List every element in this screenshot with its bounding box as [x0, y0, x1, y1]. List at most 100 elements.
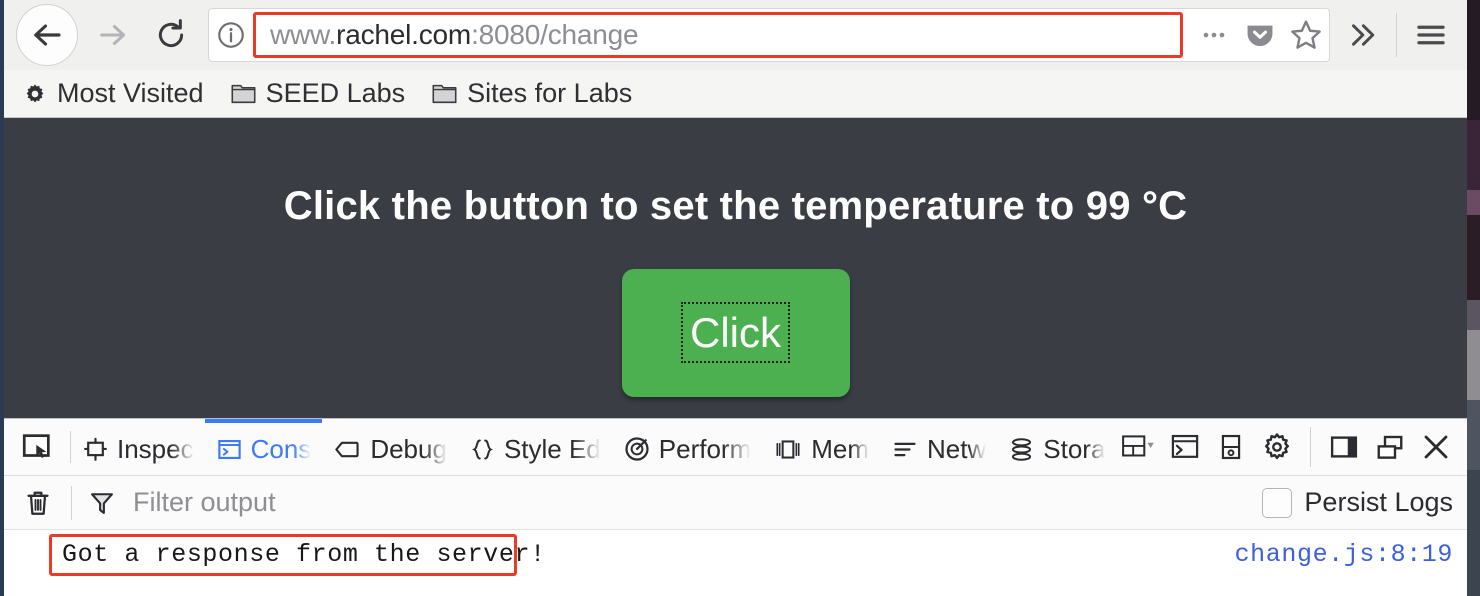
double-chevron-right-icon — [1352, 24, 1375, 46]
reload-button[interactable] — [146, 13, 196, 57]
url-text-box[interactable]: www.rachel.com:8080/change — [253, 12, 1183, 58]
bookmark-most-visited[interactable]: Most Visited — [22, 78, 204, 109]
tab-inspector[interactable]: Inspec — [71, 419, 205, 475]
responsive-design-mode-icon — [1122, 435, 1154, 457]
ellipsis-icon — [1203, 32, 1225, 38]
click-button[interactable]: Click — [621, 269, 850, 397]
inspector-icon — [84, 437, 107, 461]
split-console-icon — [1171, 434, 1199, 458]
folder-icon — [432, 84, 457, 104]
folder-icon — [231, 84, 256, 104]
bookmark-seed-labs[interactable]: SEED Labs — [230, 78, 406, 109]
arrow-right-icon — [100, 25, 126, 45]
clear-console-button[interactable] — [14, 481, 62, 525]
filterbar-divider — [71, 485, 72, 520]
funnel-icon — [81, 481, 123, 525]
close-devtools-button[interactable] — [1413, 422, 1459, 472]
separate-window-button[interactable] — [1367, 422, 1413, 472]
dock-to-side-button[interactable] — [1321, 422, 1367, 472]
url-text: www.rachel.com:8080/change — [270, 19, 639, 51]
tab-debugger[interactable]: Debug — [322, 419, 458, 475]
console-message-text: Got a response from the server! — [62, 539, 546, 569]
devtools-tabbar: Inspec Cons Debug Style Ed Perform Mem N… — [4, 419, 1467, 476]
memory-icon — [776, 439, 800, 459]
settings-gear-icon — [1265, 433, 1289, 460]
gear-icon — [26, 83, 44, 103]
responsive-design-mode-button[interactable] — [1116, 422, 1162, 472]
tab-console[interactable]: Cons — [204, 419, 323, 475]
devtools-toolbar-divider — [1310, 427, 1311, 467]
persist-logs-control[interactable]: Persist Logs — [1262, 487, 1467, 518]
page-content: Click the button to set the temperature … — [4, 118, 1467, 418]
application-menu-button[interactable] — [1405, 9, 1457, 61]
persist-logs-checkbox[interactable] — [1262, 487, 1293, 518]
devtools-toolbar-buttons — [1116, 419, 1467, 475]
hamburger-menu-icon — [1417, 25, 1445, 45]
tab-label: Debug — [370, 433, 447, 464]
bookmark-star-button[interactable] — [1283, 12, 1329, 58]
tab-label: Cons — [250, 433, 312, 464]
screenshot-icon — [1221, 434, 1241, 460]
tab-label: Style Ed — [503, 433, 601, 464]
tab-label: Perform — [658, 433, 752, 464]
bookmark-label: Sites for Labs — [467, 78, 633, 108]
dock-to-side-icon — [1330, 436, 1358, 458]
identity-info-icon[interactable] — [209, 20, 253, 50]
tab-performance[interactable]: Perform — [612, 419, 762, 475]
console-icon — [217, 439, 241, 459]
url-path: :8080/change — [471, 19, 639, 50]
tab-storage[interactable]: Stora — [997, 419, 1116, 475]
performance-icon — [625, 437, 649, 461]
arrow-left-icon — [34, 24, 61, 46]
tab-label: Inspec — [117, 433, 194, 464]
pocket-icon — [1247, 25, 1273, 47]
info-circle-icon — [218, 22, 244, 48]
bookmark-label: SEED Labs — [265, 78, 406, 108]
reload-icon — [158, 19, 184, 48]
console-message-row[interactable]: Got a response from the server! change.j… — [4, 530, 1467, 578]
page-actions-button[interactable] — [1191, 12, 1237, 58]
element-picker-icon — [22, 434, 50, 459]
debugger-icon — [335, 441, 359, 457]
url-bar[interactable]: www.rachel.com:8080/change — [208, 8, 1330, 62]
save-to-pocket-button[interactable] — [1237, 12, 1283, 58]
developer-tools-panel: Inspec Cons Debug Style Ed Perform Mem N… — [4, 418, 1467, 596]
devtools-tab-list: Inspec Cons Debug Style Ed Perform Mem N… — [71, 419, 1116, 475]
bookmarks-toolbar: Most Visited SEED Labs Sites for Labs — [4, 70, 1467, 118]
url-prefix: www. — [270, 19, 337, 50]
bookmark-sites-for-labs[interactable]: Sites for Labs — [431, 78, 632, 109]
browser-window: www.rachel.com:8080/change Most Visited … — [0, 0, 1467, 596]
filter-output-input[interactable] — [123, 487, 1263, 518]
console-filter-toolbar: Persist Logs — [4, 476, 1467, 530]
separate-window-icon — [1377, 435, 1403, 459]
navigation-toolbar: www.rachel.com:8080/change — [4, 0, 1467, 70]
url-host: rachel.com — [336, 19, 472, 50]
toolbar-overflow-button[interactable] — [1336, 9, 1388, 61]
tab-label: Mem — [811, 433, 870, 464]
element-picker-button[interactable] — [4, 419, 70, 475]
funnel-icon-glyph — [91, 492, 113, 514]
tab-style-editor[interactable]: Style Ed — [458, 419, 612, 475]
forward-button[interactable] — [88, 13, 138, 57]
page-title: Click the button to set the temperature … — [283, 184, 1188, 228]
tab-label: Stora — [1043, 433, 1106, 464]
tab-network[interactable]: Netw — [880, 419, 997, 475]
devtools-settings-button[interactable] — [1254, 422, 1300, 472]
console-output: Got a response from the server! change.j… — [4, 530, 1467, 596]
network-icon — [894, 442, 916, 456]
toolbar-divider — [1396, 13, 1397, 57]
back-button[interactable] — [16, 4, 78, 66]
storage-icon — [1012, 437, 1032, 461]
persist-logs-label: Persist Logs — [1304, 487, 1453, 517]
console-source-link[interactable]: change.js:8:19 — [1235, 540, 1453, 569]
star-icon — [1291, 20, 1321, 49]
tab-memory[interactable]: Mem — [762, 419, 880, 475]
trash-icon — [27, 491, 49, 515]
tab-label: Netw — [927, 433, 987, 464]
style-editor-icon — [472, 438, 493, 460]
bookmark-label: Most Visited — [57, 78, 204, 108]
close-icon — [1424, 435, 1448, 459]
click-button-label: Click — [681, 302, 790, 363]
screenshot-button[interactable] — [1208, 422, 1254, 472]
split-console-button[interactable] — [1162, 422, 1208, 472]
